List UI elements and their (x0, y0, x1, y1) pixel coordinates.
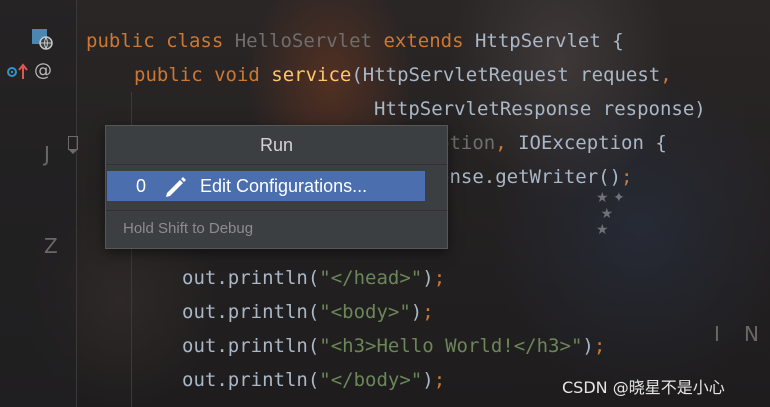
background-glyph: J (44, 142, 50, 166)
code-line[interactable]: out.println("<body>"); (182, 300, 434, 324)
code-line[interactable]: out.println("<h3>Hello World!</h3>"); (182, 334, 605, 358)
code-token: ) (422, 267, 434, 289)
editor-gutter: @ (0, 0, 78, 407)
code-token: extends (383, 30, 475, 52)
code-token: HelloServlet (234, 30, 384, 52)
code-token: "<h3>Hello World!</h3>" (319, 335, 583, 357)
code-line[interactable]: public void service(HttpServletRequest r… (134, 63, 672, 87)
code-token: ; (422, 301, 434, 323)
code-token: public void (134, 64, 272, 86)
edit-configurations-item[interactable]: 0 Edit Configurations... (107, 171, 425, 201)
fold-marker[interactable] (68, 136, 78, 154)
code-token: HttpServletResponse response) (374, 98, 706, 120)
code-line[interactable]: ption, IOException { (438, 131, 667, 155)
code-token: out.println( (182, 267, 320, 289)
code-token: public class (86, 30, 235, 52)
code-line[interactable]: public class HelloServlet extends HttpSe… (86, 29, 624, 53)
code-token: "</body>" (319, 369, 423, 391)
item-number: 0 (136, 176, 147, 196)
code-token: out.println( (182, 335, 320, 357)
code-token: onse.getWriter() (438, 166, 622, 188)
code-line[interactable]: HttpServletResponse response) (374, 97, 706, 121)
code-line[interactable]: out.println("</head>"); (182, 266, 445, 290)
code-token: IOException { (518, 132, 667, 154)
code-token: ; (433, 369, 446, 391)
code-token: , (660, 64, 672, 86)
background-glyph: Z (44, 234, 58, 258)
popup-hint: Hold Shift to Debug (123, 220, 254, 237)
code-token: out.println( (182, 301, 320, 323)
background-glyph: N (744, 322, 759, 346)
background-glyph: I (714, 322, 720, 346)
popup-title: Run (106, 126, 447, 165)
code-token: ; (593, 335, 606, 357)
code-token: "</head>" (319, 267, 423, 289)
code-token: ) (410, 301, 423, 323)
annotation-icon[interactable]: @ (34, 60, 52, 81)
code-line[interactable]: onse.getWriter(); (438, 165, 632, 189)
item-label: Edit Configurations... (200, 176, 368, 196)
code-token: ) (422, 369, 434, 391)
code-token: out.println( (182, 369, 320, 391)
code-token: HttpServlet { (474, 30, 624, 52)
code-token: (HttpServletRequest request (351, 64, 661, 86)
code-token: ; (621, 166, 633, 188)
run-popup: Run 0 Edit Configurations... Hold Shift … (105, 125, 448, 249)
background-stars: ★ ✦ ★ ★ (596, 190, 625, 238)
code-token: ; (433, 267, 446, 289)
class-icon[interactable] (32, 29, 54, 55)
code-token: service (271, 64, 352, 86)
watermark: CSDN @晓星不是小心 (562, 378, 725, 397)
code-token: "<body>" (319, 301, 411, 323)
code-token: , (495, 132, 519, 154)
code-token: ) (582, 335, 594, 357)
override-icon[interactable] (6, 62, 30, 86)
pencil-icon (162, 171, 188, 210)
popup-separator (106, 210, 447, 211)
code-line[interactable]: out.println("</body>"); (182, 368, 445, 392)
